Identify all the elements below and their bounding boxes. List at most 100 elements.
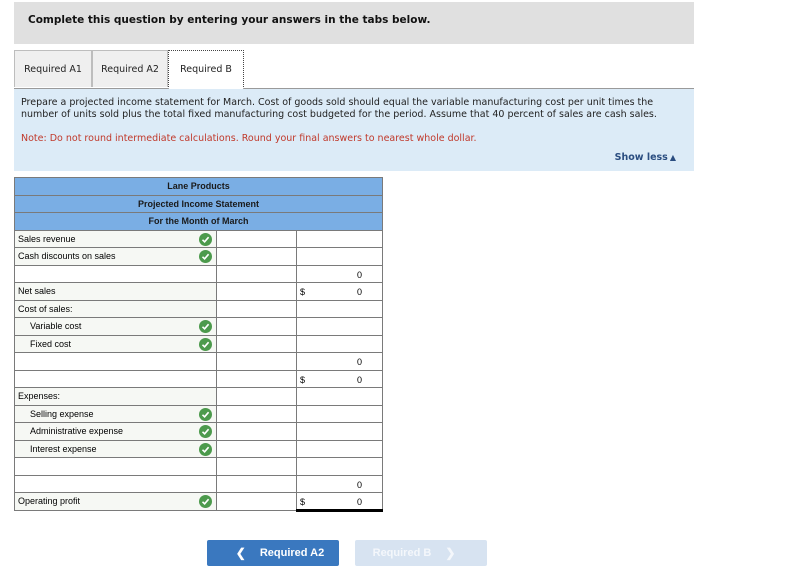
next-required-b-button[interactable]: Required B ❯: [355, 540, 487, 566]
row-label-cell[interactable]: Sales revenue: [14, 229, 217, 248]
amount-input-cell[interactable]: [216, 369, 297, 388]
amount-input-cell[interactable]: [216, 457, 297, 476]
row-label-cell[interactable]: Fixed cost: [14, 334, 217, 353]
total-cell: 0: [296, 352, 383, 371]
row-label: Expenses:: [18, 391, 61, 402]
row-label: Administrative expense: [30, 426, 124, 437]
row-label-cell[interactable]: Cash discounts on sales: [14, 247, 217, 266]
check-icon: [199, 250, 212, 263]
check-icon: [199, 442, 212, 456]
chevron-right-icon: ❯: [445, 546, 456, 560]
chevron-left-icon: ❮: [235, 546, 246, 560]
statement-row: Expenses:: [14, 387, 383, 406]
row-label-cell[interactable]: Net sales: [14, 282, 217, 301]
total-value: 0: [356, 374, 362, 385]
statement-row: Cash discounts on sales: [14, 247, 383, 266]
total-cell: [296, 387, 383, 406]
total-cell: [296, 404, 383, 423]
total-cell: [296, 317, 383, 336]
check-icon: [199, 407, 212, 421]
check-icon: [199, 320, 212, 333]
dollar-sign: $: [300, 287, 306, 297]
row-label: Variable cost: [30, 321, 82, 332]
amount-input-cell[interactable]: [216, 229, 297, 248]
check-icon: [199, 425, 212, 438]
total-value: 0: [356, 269, 362, 280]
statement-row: 0: [14, 474, 383, 493]
row-label-cell[interactable]: [14, 369, 217, 388]
row-label-cell[interactable]: [14, 352, 217, 371]
total-cell: [296, 299, 383, 318]
total-cell: [296, 247, 383, 266]
amount-input-cell[interactable]: [216, 474, 297, 493]
total-cell: $0: [296, 492, 383, 512]
amount-input-cell[interactable]: [216, 282, 297, 301]
income-statement-table: Lane Products Projected Income Statement…: [14, 177, 383, 512]
total-cell: [296, 422, 383, 441]
statement-row: Operating profit $0: [14, 492, 383, 512]
amount-input-cell[interactable]: [216, 334, 297, 353]
amount-input-cell[interactable]: [216, 387, 297, 406]
row-label-cell[interactable]: Operating profit: [14, 492, 217, 511]
row-label-cell[interactable]: [14, 474, 217, 493]
statement-row: 0: [14, 352, 383, 371]
total-cell: $0: [296, 282, 383, 301]
total-cell: [296, 457, 383, 476]
amount-input-cell[interactable]: [216, 352, 297, 371]
amount-input-cell[interactable]: [216, 492, 297, 511]
total-value: 0: [356, 497, 362, 507]
row-label-cell[interactable]: Variable cost: [14, 317, 217, 336]
row-label: Operating profit: [18, 496, 81, 507]
total-cell: 0: [296, 474, 383, 493]
next-button-label: Required B: [372, 547, 432, 559]
amount-input-cell[interactable]: [216, 422, 297, 441]
dollar-sign: $: [300, 374, 306, 385]
statement-row: [14, 457, 383, 476]
total-cell: [296, 334, 383, 353]
row-label-cell[interactable]: [14, 264, 217, 283]
prev-button-label: Required A2: [259, 547, 325, 559]
triangle-up-icon: ▲: [669, 153, 676, 162]
statement-row: Selling expense: [14, 404, 383, 423]
row-label-cell[interactable]: Interest expense: [14, 439, 217, 458]
statement-row: 0: [14, 264, 383, 283]
check-icon: [199, 337, 212, 351]
amount-input-cell[interactable]: [216, 439, 297, 458]
amount-input-cell[interactable]: [216, 317, 297, 336]
statement-row: $0: [14, 369, 383, 388]
amount-input-cell[interactable]: [216, 264, 297, 283]
total-value: 0: [356, 287, 362, 297]
prev-required-a2-button[interactable]: ❮ Required A2: [207, 540, 339, 566]
total-value: 0: [356, 479, 362, 490]
tab-bar: Required A1 Required A2 Required B: [14, 50, 694, 89]
row-label-cell[interactable]: Expenses:: [14, 387, 217, 406]
total-value: 0: [356, 357, 362, 367]
row-label-cell[interactable]: [14, 457, 217, 476]
statement-row: Interest expense: [14, 439, 383, 458]
row-label-cell[interactable]: Selling expense: [14, 404, 217, 423]
row-label: Selling expense: [30, 408, 94, 419]
show-less-link[interactable]: Show less ▲: [615, 152, 676, 163]
show-less-label: Show less: [614, 152, 668, 163]
statement-row: Cost of sales:: [14, 299, 383, 318]
statement-row: Administrative expense: [14, 422, 383, 441]
total-cell: 0: [296, 264, 383, 283]
total-cell: $0: [296, 369, 383, 388]
tab-required-b[interactable]: Required B: [168, 50, 244, 89]
company-name: Lane Products: [14, 177, 383, 196]
statement-row: Sales revenue: [14, 229, 383, 248]
total-cell: [296, 439, 383, 458]
row-label-cell[interactable]: Cost of sales:: [14, 299, 217, 318]
statement-row: Variable cost: [14, 317, 383, 336]
tab-required-a2[interactable]: Required A2: [92, 50, 168, 87]
amount-input-cell[interactable]: [216, 299, 297, 318]
rounding-note: Note: Do not round intermediate calculat…: [21, 133, 477, 144]
row-label-cell[interactable]: Administrative expense: [14, 422, 217, 441]
row-label: Net sales: [18, 286, 56, 297]
tab-required-a1[interactable]: Required A1: [14, 50, 92, 87]
statement-row: Fixed cost: [14, 334, 383, 353]
total-cell: [296, 229, 383, 248]
statement-period: For the Month of March: [14, 212, 383, 231]
amount-input-cell[interactable]: [216, 404, 297, 423]
amount-input-cell[interactable]: [216, 247, 297, 266]
